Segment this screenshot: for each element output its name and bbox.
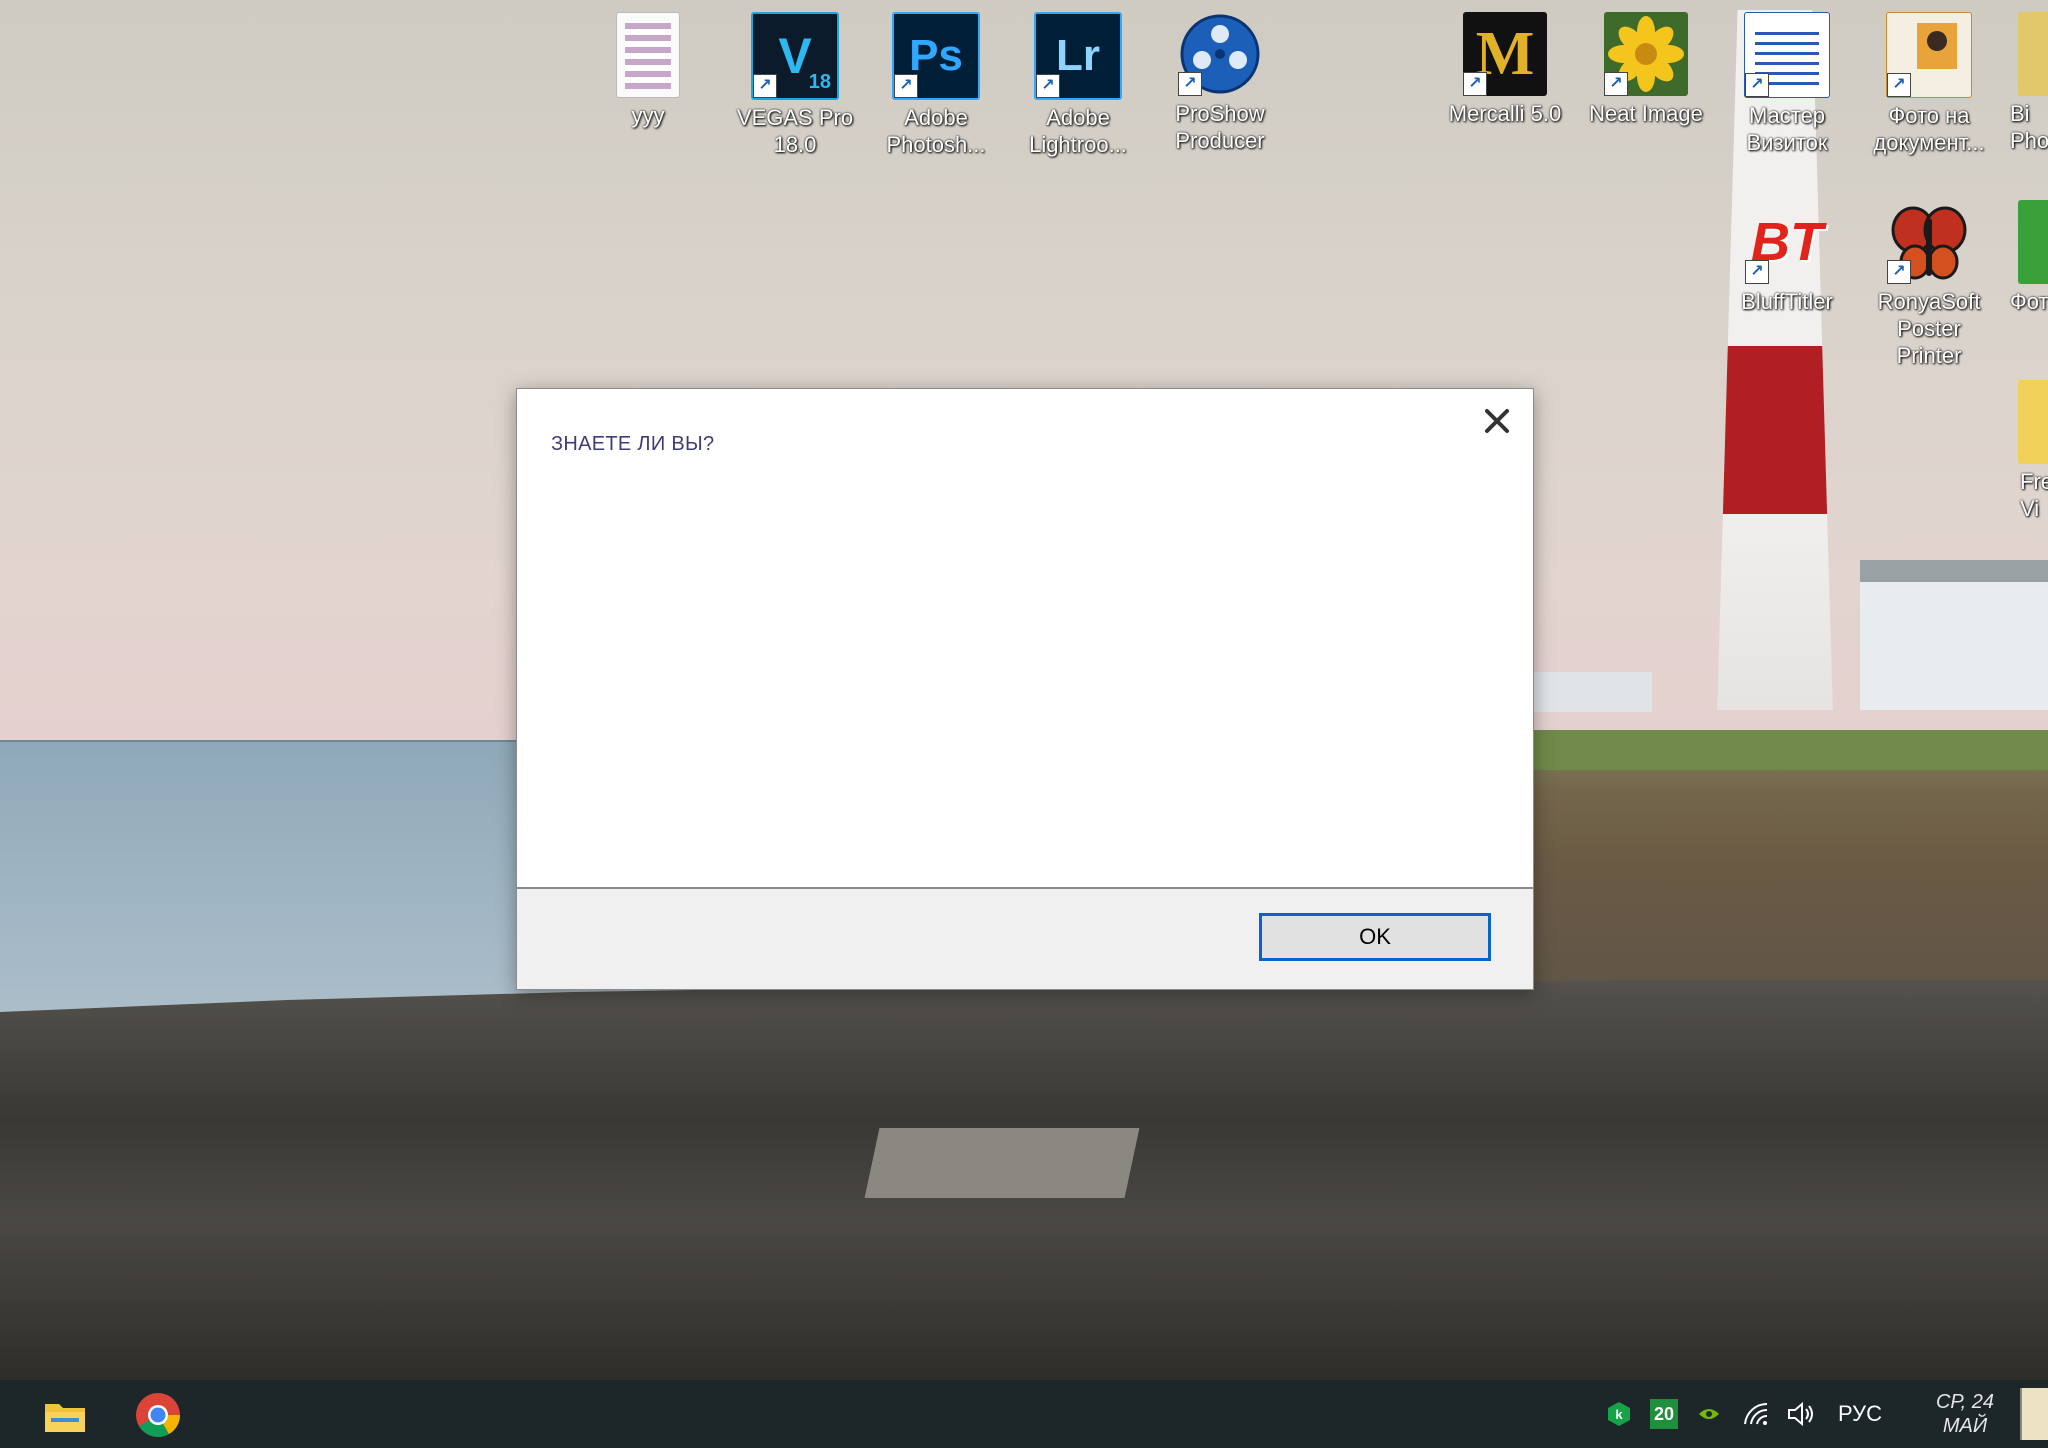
desktop-icon-label: Mercalli 5.0 xyxy=(1448,101,1562,126)
desktop-icon-photoshop[interactable]: Ps ↗ Adobe Photosh... xyxy=(871,12,1001,158)
desktop-icon-proshow[interactable]: ↗ ProShow Producer xyxy=(1155,12,1285,154)
desktop-icon-label: Adobe Photosh... xyxy=(886,105,986,157)
desktop-icon-label: Мастер Визиток xyxy=(1746,103,1828,155)
wallpaper-rock-slab xyxy=(864,1128,1140,1198)
desktop-icon-label: VEGAS Pro 18.0 xyxy=(736,105,854,157)
clock-date-line-2: МАЙ xyxy=(1942,1415,1988,1437)
dialog-title: ЗНАЕТЕ ЛИ ВЫ? xyxy=(551,433,715,455)
business-card-icon: ↗ xyxy=(1744,12,1830,98)
shortcut-arrow-icon: ↗ xyxy=(1178,72,1202,96)
tray-counter-badge[interactable]: 20 xyxy=(1650,1399,1678,1429)
volume-speaker-icon[interactable] xyxy=(1784,1399,1818,1429)
flower-icon: ↗ xyxy=(1604,12,1688,96)
show-desktop-button[interactable] xyxy=(2020,1388,2048,1440)
photoshop-icon: Ps ↗ xyxy=(892,12,980,100)
shortcut-arrow-icon: ↗ xyxy=(1745,73,1769,97)
shortcut-arrow-icon: ↗ xyxy=(1745,260,1769,284)
proshow-film-reel-icon: ↗ xyxy=(1178,12,1262,96)
shortcut-arrow-icon: ↗ xyxy=(1036,74,1060,98)
wallpaper-buildings xyxy=(1860,560,2048,710)
desktop-icon-label: ProShow Producer xyxy=(1175,101,1265,153)
network-wifi-icon[interactable] xyxy=(1742,1399,1772,1429)
chrome-icon[interactable] xyxy=(133,1390,183,1440)
ok-button[interactable]: OK xyxy=(1259,913,1491,961)
desktop-icon-blufftitler[interactable]: BT ↗ BluffTitler xyxy=(1722,200,1852,315)
desktop-icon-ronyasoft-poster[interactable]: ↗ RonyaSoft Poster Printer xyxy=(1864,200,1994,369)
shortcut-arrow-icon: ↗ xyxy=(753,74,777,98)
taskbar-clock[interactable]: СР, 24 МАЙ xyxy=(1936,1390,1994,1438)
taskbar: k 20 РУС СР, 24 МАЙ xyxy=(0,1380,2048,1448)
desktop-icon-vegas-pro[interactable]: V 18 ↗ VEGAS Pro 18.0 xyxy=(730,12,860,158)
desktop-icon-label: yyy xyxy=(631,103,665,128)
shortcut-arrow-icon: ↗ xyxy=(1604,72,1628,96)
vegas-pro-icon: V 18 ↗ xyxy=(751,12,839,100)
desktop-icon-label: Фото на документ... xyxy=(1873,103,1985,155)
app-icon xyxy=(2018,380,2048,464)
app-icon xyxy=(2018,200,2048,284)
desktop-icon-neat-image[interactable]: ↗ Neat Image xyxy=(1581,12,1711,127)
desktop-icon-label: Фот xyxy=(2010,289,2048,314)
desktop-icon-label: RonyaSoft Poster Printer xyxy=(1877,289,1981,368)
svg-text:k: k xyxy=(1615,1407,1623,1422)
wallpaper-building-roof xyxy=(1860,560,2048,582)
language-indicator[interactable]: РУС xyxy=(1830,1399,1890,1429)
desktop-icon-label: Adobe Lightroo... xyxy=(1029,105,1127,157)
desktop-icon-partial-1[interactable]: Bi Pho xyxy=(1990,12,2048,154)
shortcut-arrow-icon: ↗ xyxy=(1887,73,1911,97)
desktop-icon-master-vizitok[interactable]: ↗ Мастер Визиток xyxy=(1722,12,1852,156)
wallpaper-grass xyxy=(1532,730,2048,770)
shortcut-arrow-icon: ↗ xyxy=(1887,260,1911,284)
wallpaper-low-building xyxy=(1532,672,1652,712)
did-you-know-dialog: ЗНАЕТЕ ЛИ ВЫ? OK xyxy=(516,388,1534,990)
id-photo-icon: ↗ xyxy=(1886,12,1972,98)
close-icon[interactable] xyxy=(1481,405,1513,437)
desktop-icon-label: BluffTitler xyxy=(1741,289,1833,314)
mercalli-icon: M ↗ xyxy=(1463,12,1547,96)
desktop-icon-lightroom[interactable]: Lr ↗ Adobe Lightroo... xyxy=(1013,12,1143,158)
nvidia-icon[interactable] xyxy=(1694,1399,1724,1429)
file-explorer-icon[interactable] xyxy=(40,1390,90,1440)
dialog-footer: OK xyxy=(517,887,1533,989)
blufftitler-icon: BT ↗ xyxy=(1745,200,1829,284)
desktop-icon-yyy[interactable]: yyy xyxy=(583,12,713,129)
desktop-icon-partial-2[interactable]: Фот xyxy=(1990,200,2048,315)
vegas-pro-version: 18 xyxy=(808,71,831,93)
desktop-icon-label: Bi Pho xyxy=(2010,101,2048,153)
shortcut-arrow-icon: ↗ xyxy=(894,74,918,98)
butterfly-icon: ↗ xyxy=(1887,200,1971,284)
desktop-icon-mercalli[interactable]: M ↗ Mercalli 5.0 xyxy=(1440,12,1570,127)
desktop-icon-foto-na-dokument[interactable]: ↗ Фото на документ... xyxy=(1864,12,1994,156)
kaspersky-tray-icon[interactable]: k xyxy=(1604,1399,1634,1429)
app-icon xyxy=(2018,12,2048,96)
shortcut-arrow-icon: ↗ xyxy=(1463,72,1487,96)
clock-date-line-1: СР, 24 xyxy=(1935,1391,1994,1413)
desktop-icon-label: Fre Vi xyxy=(2020,469,2048,521)
desktop-icon-label: Neat Image xyxy=(1589,101,1703,126)
desktop-icon-partial-3[interactable]: Fre Vi xyxy=(1990,380,2048,522)
lightroom-icon: Lr ↗ xyxy=(1034,12,1122,100)
document-icon xyxy=(616,12,680,98)
